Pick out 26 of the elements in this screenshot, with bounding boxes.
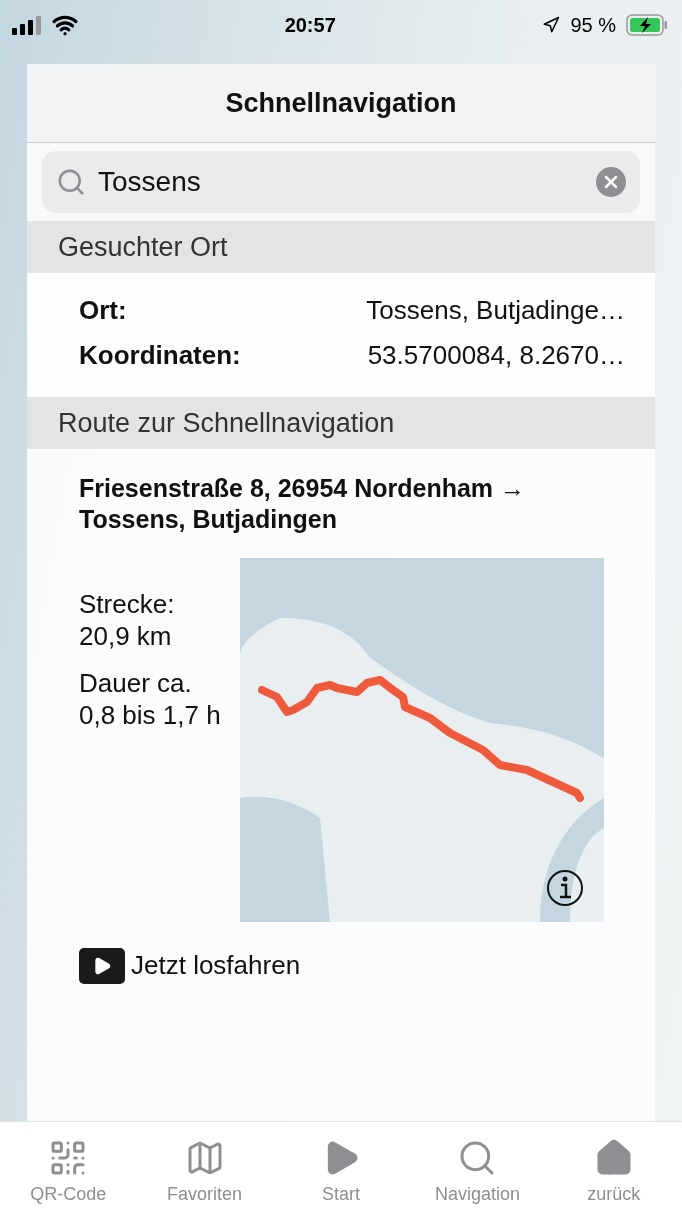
field-label: Koordinaten:: [79, 340, 241, 371]
battery-percentage: 95 %: [570, 13, 616, 37]
search-field[interactable]: Tossens: [42, 151, 640, 213]
status-time: 20:57: [284, 13, 336, 37]
field-value: 53.5700084, 8.2670…: [367, 340, 625, 371]
battery-charging-icon: [626, 14, 668, 36]
start-button[interactable]: Jetzt losfahren: [79, 947, 301, 984]
search-icon: [56, 167, 86, 197]
tab-bar-item[interactable]: Favoriten: [136, 1122, 273, 1213]
play-icon: [79, 947, 125, 984]
tab-bar-item[interactable]: Navigation: [409, 1122, 546, 1213]
location-arrow-icon: [542, 16, 561, 34]
tab-bar-item[interactable]: zurück: [545, 1122, 682, 1213]
dialog-title: Schnellnavigation: [225, 87, 457, 119]
field-value: Tossens, Butjadinge…: [366, 295, 625, 326]
route-stat: Dauer ca. 0,8 bis 1,7 h: [79, 666, 222, 732]
field-label: Ort:: [79, 295, 127, 326]
tab-bar-item[interactable]: QR-Code: [0, 1122, 137, 1213]
route-description: Friesenstraße 8, 26954 Nordenham → Tossens, Butjadingen: [79, 473, 527, 536]
info-icon[interactable]: [547, 869, 583, 906]
section-header: Route zur Schnellnavigation: [27, 397, 655, 449]
clear-button[interactable]: [596, 167, 626, 197]
route-stat: Strecke: 20,9 km: [79, 587, 176, 653]
section-header: Gesuchter Ort: [27, 221, 655, 273]
signal-icon: [12, 15, 42, 35]
tab-bar-item[interactable]: Start: [272, 1122, 410, 1213]
